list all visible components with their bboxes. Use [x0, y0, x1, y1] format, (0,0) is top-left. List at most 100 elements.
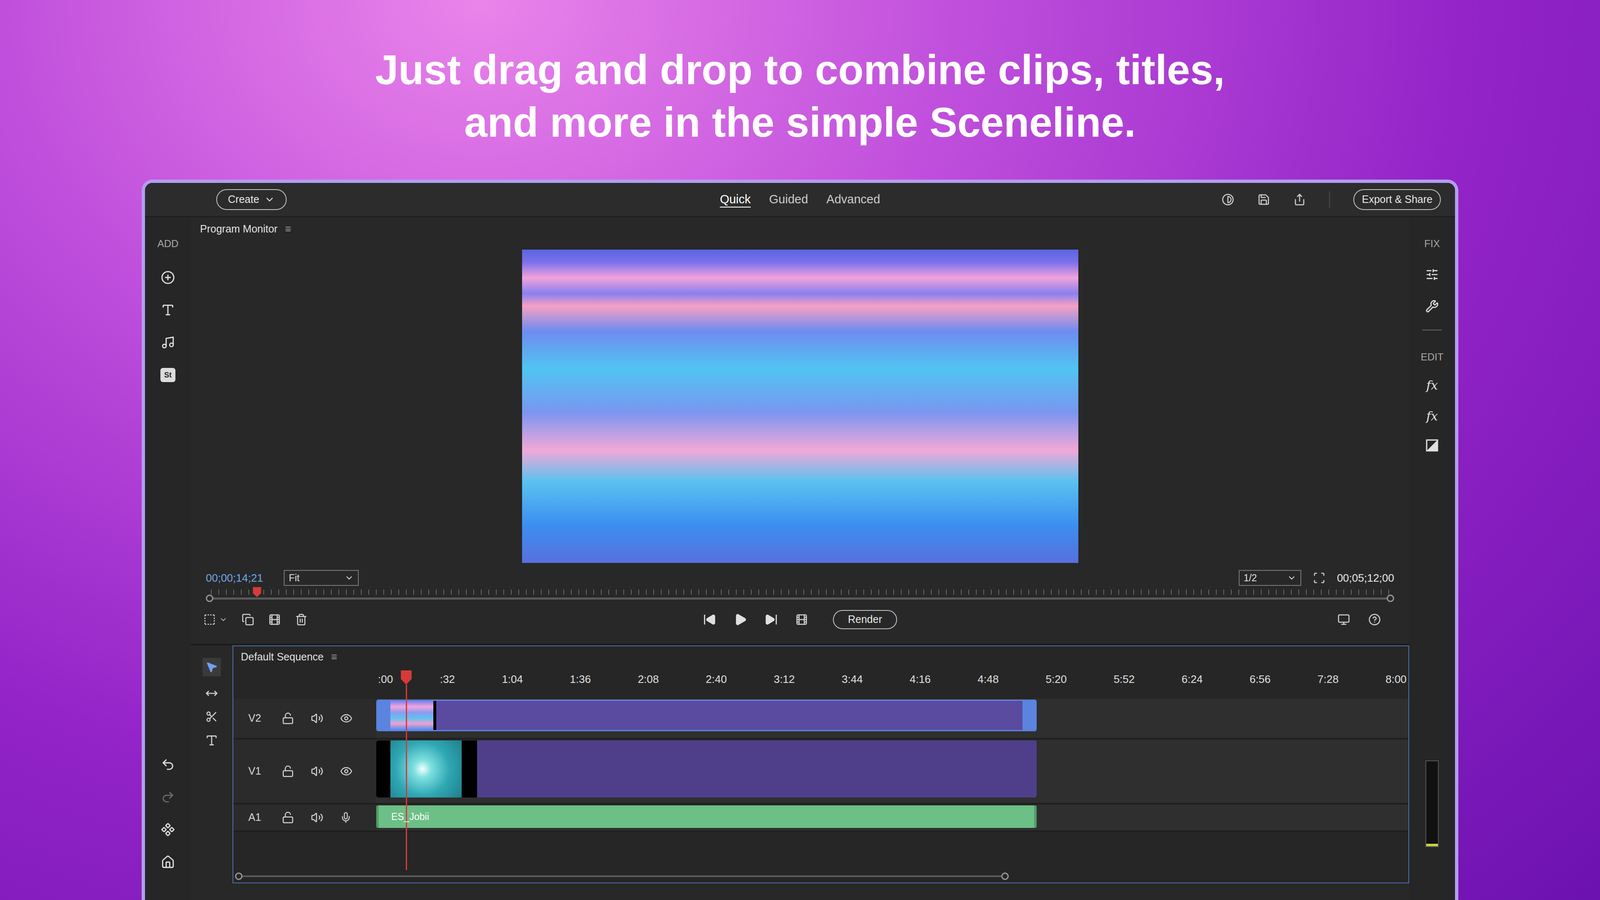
track-name: V2 — [248, 710, 265, 727]
mode-tab[interactable]: Guided — [769, 190, 809, 209]
scrubber[interactable] — [190, 587, 1410, 605]
sequence-box: Default Sequence≡ :00 :32 1:04 1:36 2:08 2:40 3… — [232, 645, 1410, 884]
clip[interactable] — [376, 699, 1037, 732]
lock-icon[interactable] — [281, 712, 295, 725]
track-row: V2 — [233, 698, 1409, 740]
panel-title: Program Monitor — [200, 221, 278, 238]
play-icon[interactable] — [733, 612, 748, 627]
mode-tabs: Quick Guided Advanced — [720, 190, 881, 209]
track-lane — [376, 739, 1409, 803]
current-time: 00;00;14;21 — [205, 570, 263, 587]
frame-icon[interactable] — [268, 613, 281, 626]
add-label: ADD — [157, 236, 179, 252]
panel-header: Default Sequence≡ — [233, 646, 1409, 668]
track-lane: ES_Jobii — [376, 804, 1409, 831]
ruler-label: 3:12 — [773, 671, 795, 688]
zoom-dropdown[interactable]: Fit — [283, 570, 359, 587]
organizer-icon[interactable] — [160, 822, 175, 837]
clip[interactable]: ES_Jobii — [376, 805, 1037, 828]
speaker-icon[interactable] — [310, 712, 324, 725]
clip-thumbnail — [390, 700, 434, 730]
lock-icon[interactable] — [281, 765, 295, 778]
lock-icon[interactable] — [281, 811, 295, 824]
ruler-label: 6:24 — [1181, 671, 1203, 688]
save-icon[interactable] — [1257, 193, 1270, 206]
speaker-icon[interactable] — [310, 765, 324, 778]
ruler-label: 2:08 — [637, 671, 660, 688]
clip[interactable] — [376, 740, 1037, 798]
right-toolbar: FIXEDITfxfx — [1409, 217, 1455, 900]
effects-button[interactable]: fx — [1426, 407, 1438, 425]
render-button[interactable]: Render — [832, 610, 898, 630]
ruler-label: 4:48 — [977, 671, 999, 688]
scrubber-track — [213, 597, 1387, 600]
timeline-scrollbar[interactable] — [233, 870, 1009, 883]
timeline-panel: Default Sequence≡ :00 :32 1:04 1:36 2:08 2:40 3… — [190, 645, 1410, 900]
pointer-icon[interactable] — [205, 660, 218, 674]
eye-icon[interactable] — [340, 765, 353, 778]
timeline-playhead-line — [405, 684, 408, 870]
adjust-icon[interactable] — [1425, 267, 1439, 282]
color-icon[interactable] — [1425, 438, 1439, 453]
scissors-icon[interactable] — [205, 710, 218, 723]
skip-forward-icon[interactable] — [764, 612, 778, 627]
copy-icon[interactable] — [241, 613, 255, 626]
stock-badge[interactable]: St — [160, 367, 176, 383]
create-button[interactable]: Create — [216, 189, 287, 210]
ruler-label: 7:28 — [1317, 671, 1339, 688]
text-tool-icon[interactable] — [205, 733, 219, 748]
title-icon[interactable] — [160, 302, 175, 318]
loop-icon[interactable] — [795, 613, 808, 626]
panel-header: Program Monitor ≡ — [190, 217, 1410, 242]
mode-tab[interactable]: Quick — [720, 190, 751, 209]
skip-back-icon[interactable] — [702, 612, 717, 627]
transport-row: Render — [190, 604, 1410, 635]
track-header: V1 — [233, 739, 377, 803]
add-media-icon[interactable] — [160, 270, 175, 285]
track-name: A1 — [248, 809, 265, 826]
ruler-label: 1:04 — [501, 671, 523, 688]
fullscreen-icon[interactable] — [1312, 571, 1326, 585]
share-icon[interactable] — [1293, 193, 1306, 206]
chevron-down-icon[interactable] — [219, 615, 228, 624]
divider — [1422, 329, 1442, 331]
timeline-playhead-marker[interactable] — [400, 670, 412, 685]
tools-icon[interactable] — [1425, 299, 1439, 313]
ruler-label: :32 — [440, 671, 455, 688]
music-icon[interactable] — [160, 335, 175, 350]
chevron-down-icon — [344, 573, 354, 583]
mode-tab[interactable]: Advanced — [826, 190, 880, 209]
scrubber-end — [1386, 594, 1395, 603]
ruler-label: 3:44 — [841, 671, 863, 688]
trash-icon[interactable] — [295, 613, 308, 626]
scrubber-playhead[interactable] — [252, 587, 262, 598]
effects-button[interactable]: fx — [1426, 377, 1438, 394]
ripple-icon[interactable] — [205, 687, 218, 700]
eye-icon[interactable] — [340, 712, 353, 725]
track-name: V1 — [248, 763, 265, 780]
export-share-button[interactable]: Export & Share — [1353, 189, 1441, 210]
track-row: A1 ES_Jobii — [233, 804, 1409, 833]
divider — [1329, 191, 1330, 208]
panel-menu[interactable]: ≡ — [331, 649, 338, 665]
home-icon[interactable] — [160, 855, 175, 870]
help-icon[interactable] — [1368, 613, 1381, 626]
redo-icon[interactable] — [160, 790, 175, 805]
audio-meter — [1425, 760, 1439, 848]
track-row: V1 — [233, 739, 1409, 805]
undo-icon[interactable] — [160, 757, 175, 772]
resolution-dropdown[interactable]: 1/2 — [1238, 570, 1302, 587]
ruler-label: 8:00 — [1385, 671, 1407, 688]
ruler-label: 1:36 — [570, 671, 592, 688]
select-icon[interactable] — [203, 613, 216, 626]
monitor-icon[interactable] — [1337, 613, 1350, 626]
left-toolbar: ADD St — [145, 217, 191, 900]
contrast-icon[interactable] — [1221, 193, 1235, 206]
speaker-icon[interactable] — [310, 811, 324, 824]
ruler-label: :00 — [377, 671, 393, 688]
panel-menu[interactable]: ≡ — [285, 221, 292, 238]
center-column: Program Monitor≡00;00;14;21Fit1/200;05;1… — [190, 217, 1410, 900]
ruler-label: 2:40 — [705, 671, 728, 688]
ruler-label: 6:56 — [1249, 671, 1271, 688]
mic-icon[interactable] — [340, 811, 352, 824]
